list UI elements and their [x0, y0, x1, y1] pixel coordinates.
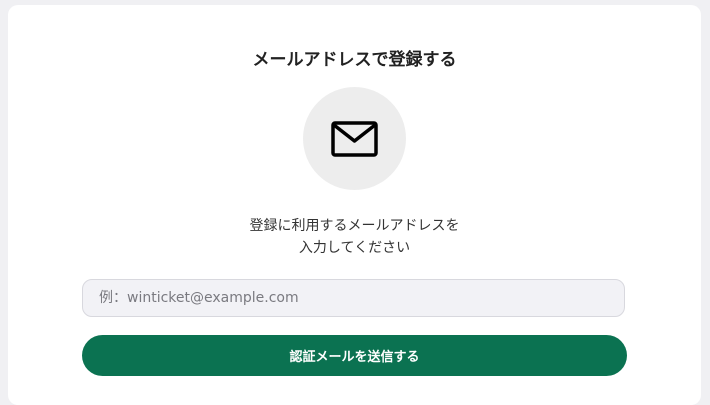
registration-card: メールアドレスで登録する 登録に利用するメールアドレスを 入力してください 認証…: [8, 5, 701, 405]
instruction-line-1: 登録に利用するメールアドレスを: [249, 218, 460, 234]
send-verification-email-button[interactable]: 認証メールを送信する: [82, 335, 627, 376]
mail-icon: [331, 121, 378, 157]
page-title: メールアドレスで登録する: [252, 50, 457, 70]
mail-icon-circle: [303, 87, 406, 190]
instruction-line-2: 入力してください: [298, 240, 411, 256]
instruction-text: 登録に利用するメールアドレスを 入力してください: [8, 215, 701, 259]
email-input[interactable]: [82, 279, 625, 317]
